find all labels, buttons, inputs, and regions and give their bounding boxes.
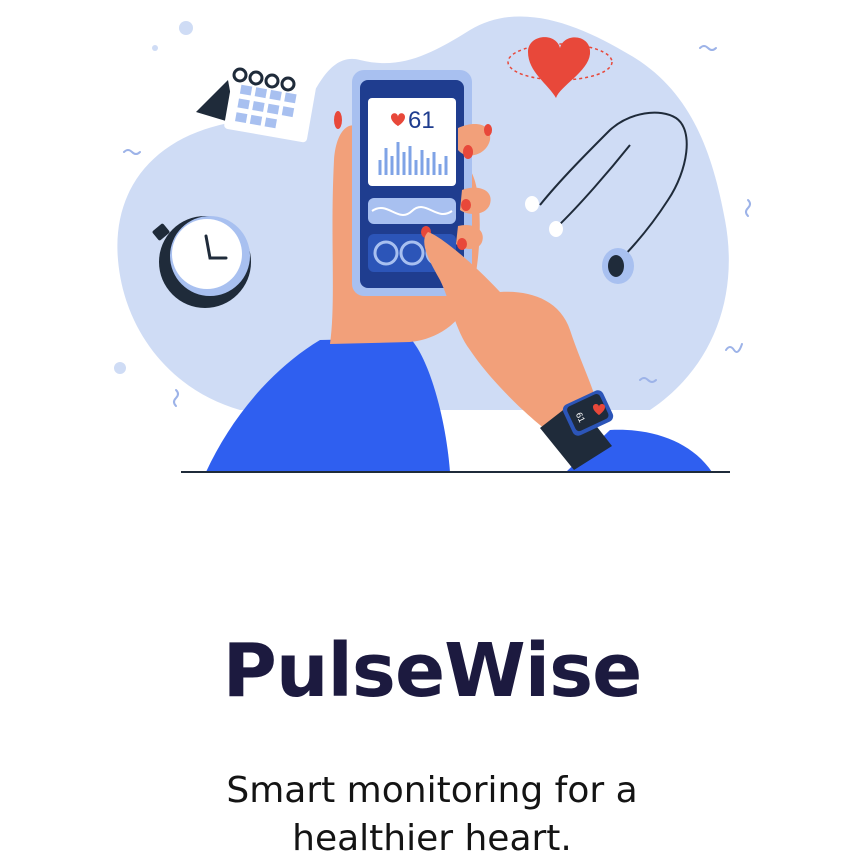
phone-heart-rate: 61 <box>408 107 435 134</box>
app-tagline: Smart monitoring for a healthier heart. <box>226 770 638 859</box>
app-title: PulseWise <box>222 628 643 714</box>
onboarding-screen: 61 61 PulseWise Smart monitoring for a h… <box>0 0 864 864</box>
hero-illustration: 61 61 <box>114 16 751 473</box>
